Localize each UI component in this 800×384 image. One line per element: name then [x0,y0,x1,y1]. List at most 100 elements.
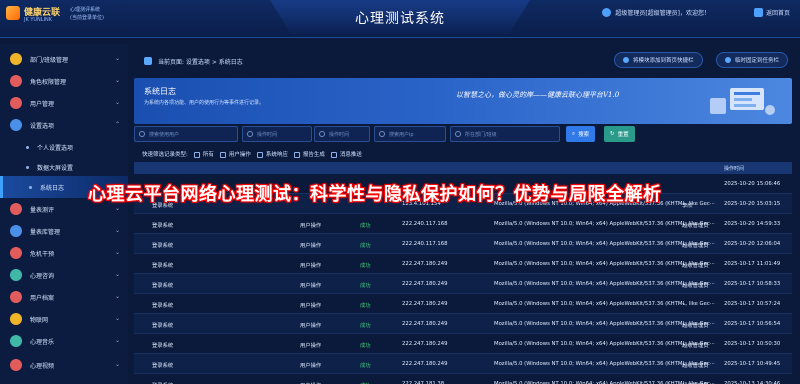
settings-icon [10,119,22,131]
chevron-icon: ⌄ [114,337,120,344]
checkbox-icon [256,151,263,158]
sidebar: 部门/班级管理 ⌄ 角色权限管理 ⌄ 用户管理 ⌄ 设置选项 ⌃ 个人设置选项 数据大屏设置 系统日… [0,44,128,384]
cell-user: 超级管理员 [682,223,709,229]
chevron-icon: ⌄ [114,77,120,84]
table-row[interactable]: 登录系统 用户操作 成功 222.247.180.249 Mozilla/5.0 (Wi… [134,254,792,274]
department-icon [10,53,22,65]
ip-search-placeholder: 搜索用户ip [389,131,414,138]
search-icon: ⌕ [572,130,576,137]
pin-icon [725,57,731,63]
filter-option-report[interactable]: 报告生成 [293,150,325,158]
department-select[interactable]: 所在部门/班级 [450,126,560,142]
sidebar-item-label: 心理音乐 [30,338,55,346]
role-icon [10,75,22,87]
cell-result: 成功 [360,343,371,349]
iot-icon [10,313,22,325]
checkbox-icon [193,151,200,158]
sidebar-item-2[interactable]: 用户管理 ⌄ [0,92,128,114]
video-icon [10,359,22,371]
start-time-field[interactable]: 操作时间 [242,126,312,142]
sidebar-item-label: 数据大屏设置 [37,164,74,172]
sidebar-item-label: 量表库管理 [30,228,61,236]
sidebar-item-1[interactable]: 角色权限管理 ⌄ [0,70,128,92]
cell-ip: 222.247.180.249 [402,261,448,267]
sidebar-item-11[interactable]: 用户档案 ⌄ [0,286,128,308]
chevron-icon: ⌄ [114,249,120,256]
cell-time: 2025-10-17 10:49:45 [724,361,781,367]
reset-button[interactable]: ↻ 重置 [604,126,635,142]
sidebar-item-10[interactable]: 心理咨询 ⌄ [0,264,128,286]
department-placeholder: 所在部门/班级 [465,131,497,138]
table-row[interactable]: 登录系统 用户操作 成功 222.247.180.249 Mozilla/5.0 (Wi… [134,274,792,294]
bullet-icon [29,185,32,189]
cell-time: 2025-10-20 15:06:46 [724,181,781,187]
sidebar-item-12[interactable]: 物联网 ⌄ [0,308,128,330]
table-row[interactable]: 登录系统 用户操作 成功 222.247.180.249 Mozilla/5.0 (Wi… [134,314,792,334]
bullet-icon [26,145,29,149]
sidebar-item-label: 个人设置选项 [37,144,74,152]
cell-type: 用户操作 [300,323,322,329]
cell-module: 登录系统 [152,343,174,349]
ip-search-field[interactable]: 搜索用户ip [374,126,446,142]
page-title: 心理测试系统 [355,11,445,27]
sidebar-item-0[interactable]: 部门/班级管理 ⌄ [0,48,128,70]
top-header: 健康云联 JK YUNLINK 心理测评系统 (当前登录单位) 心理测试系统 超… [0,0,800,38]
table-row[interactable]: 登录系统 用户操作 成功 222.240.117.168 Mozilla/5.0 (Wi… [134,234,792,254]
banner-slogan: 以智慧之心，做心灵的岸——健康云联心理平台V1.0 [456,91,620,99]
sidebar-item-4[interactable]: 个人设置选项 [0,136,128,158]
cell-user: 超级管理员 [682,243,709,249]
sidebar-item-14[interactable]: 心理视频 ⌄ [0,354,128,376]
sidebar-item-8[interactable]: 量表库管理 ⌄ [0,220,128,242]
cell-type: 用户操作 [300,263,322,269]
sidebar-item-3[interactable]: 设置选项 ⌃ [0,114,128,136]
table-row[interactable]: 登录系统 用户操作 成功 222.240.117.168 Mozilla/5.0 (Wi… [134,214,792,234]
table-row[interactable]: 登录系统 用户操作 成功 222.247.180.249 Mozilla/5.0 (Wi… [134,334,792,354]
cell-result: 成功 [360,283,371,289]
sidebar-item-9[interactable]: 危机干预 ⌄ [0,242,128,264]
filter-option-message[interactable]: 消息推送 [330,150,362,158]
filter-option-user-action[interactable]: 用户操作 [219,150,251,158]
crisis-icon [10,247,22,259]
sidebar-item-label: 物联网 [30,316,49,324]
user-icon [10,97,22,109]
cell-time: 2025-10-20 14:59:33 [724,221,781,227]
cell-type: 用户操作 [300,283,322,289]
banner-description: 为系统内各项功能、用户的使用行为等事件进行记录。 [144,100,265,106]
add-shortcut-button[interactable]: 将模块添加到首页快捷栏 [614,52,703,68]
cell-module: 登录系统 [152,263,174,269]
pin-taskbar-button[interactable]: 临时固定到任务栏 [716,52,789,68]
user-search-field[interactable]: 搜索使用用户 [134,126,238,142]
pin-taskbar-label: 临时固定到任务栏 [735,58,780,64]
sidebar-item-label: 设置选项 [30,122,55,130]
cell-module: 登录系统 [152,363,174,369]
search-button[interactable]: ⌕ 搜索 [566,126,596,142]
chevron-icon: ⌄ [114,293,120,300]
sidebar-item-label: 心理咨询 [30,272,55,280]
table-row[interactable]: 登录系统用户操作成功222.247.181.38Mozilla/5.0 (Win… [134,374,792,384]
cell-user: 超级管理员 [682,263,709,269]
cell-result: 成功 [360,303,371,309]
sidebar-item-label: 危机干预 [30,250,55,258]
filter-option-system-response[interactable]: 系统响应 [256,150,288,158]
sidebar-item-13[interactable]: 心理音乐 ⌄ [0,330,128,352]
cell-time: 2025-10-17 10:56:54 [724,321,781,327]
end-time-field[interactable]: 操作时间 [314,126,370,142]
user-icon [602,8,612,17]
filter-option-all[interactable]: 所有 [193,150,214,158]
sidebar-item-label: 部门/班级管理 [30,56,69,64]
user-menu[interactable]: 超级管理员[超级管理员]，欢迎您！ [602,8,710,17]
calendar-icon [247,131,253,137]
table-row[interactable]: 登录系统 用户操作 成功 222.247.180.249 Mozilla/5.0 (Wi… [134,294,792,314]
home-breadcrumb-icon [144,57,152,65]
home-button[interactable]: 返回首页 [753,8,790,17]
cell-module: 登录系统 [152,243,174,249]
sidebar-item-5[interactable]: 数据大屏设置 [0,156,128,178]
quick-filter-label: 快速筛选记录类型: [142,152,188,158]
table-row[interactable]: 登录系统 用户操作 成功 222.247.180.249 Mozilla/5.0 (Wi… [134,354,792,374]
search-icon [379,131,385,137]
music-icon [10,335,22,347]
cell-ip: 222.247.180.249 [402,361,448,367]
system-subtitle: 心理测评系统 (当前登录单位) [70,6,104,22]
title-banner: 心理测试系统 [270,0,530,34]
table-header: 操作时间 [134,162,792,174]
